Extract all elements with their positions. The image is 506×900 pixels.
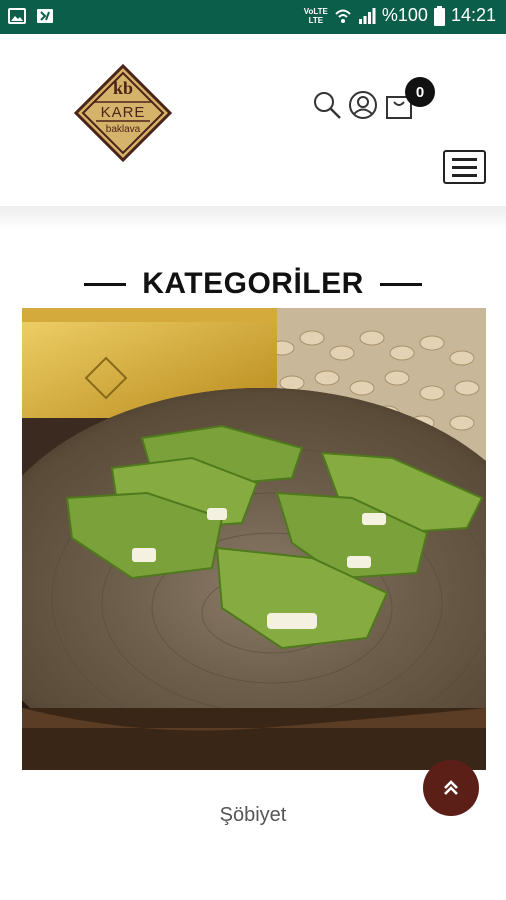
- heading-rule-right: [379, 282, 422, 286]
- double-chevron-up-icon: [444, 780, 458, 795]
- volte-indicator: VoLTE LTE: [304, 7, 328, 25]
- volte-top-text: VoLTE: [303, 6, 328, 16]
- app-notification-icon: [37, 9, 53, 23]
- battery-percent: %100: [381, 5, 428, 25]
- svg-text:kb: kb: [113, 78, 133, 98]
- header-divider: [0, 206, 506, 230]
- account-icon[interactable]: [348, 90, 378, 120]
- section-title: KATEGORİLER: [142, 267, 364, 300]
- site-logo[interactable]: kb KARE baklava: [73, 63, 173, 163]
- heading-rule-left: [84, 282, 127, 286]
- wifi-icon: [335, 9, 351, 23]
- image-notification-icon: [8, 8, 26, 24]
- volte-bottom-text: LTE: [308, 15, 324, 25]
- signal-icon: [358, 7, 376, 24]
- hamburger-line-icon: [452, 165, 477, 169]
- back-to-top-button[interactable]: [423, 760, 479, 816]
- clock: 14:21: [450, 5, 496, 25]
- menu-toggle-button[interactable]: [443, 150, 486, 184]
- hamburger-line-icon: [452, 173, 477, 177]
- cart-count-badge[interactable]: 0: [405, 77, 435, 107]
- search-icon[interactable]: [312, 90, 342, 120]
- svg-text:KARE: KARE: [101, 104, 146, 121]
- battery-icon: [433, 5, 445, 26]
- product-image[interactable]: [22, 308, 486, 770]
- svg-text:baklava: baklava: [106, 124, 141, 135]
- status-bar: VoLTE LTE %100 14:21: [0, 0, 506, 34]
- section-heading: KATEGORİLER: [0, 264, 506, 304]
- hamburger-line-icon: [452, 157, 477, 161]
- site-header: kb KARE baklava 0: [0, 34, 506, 214]
